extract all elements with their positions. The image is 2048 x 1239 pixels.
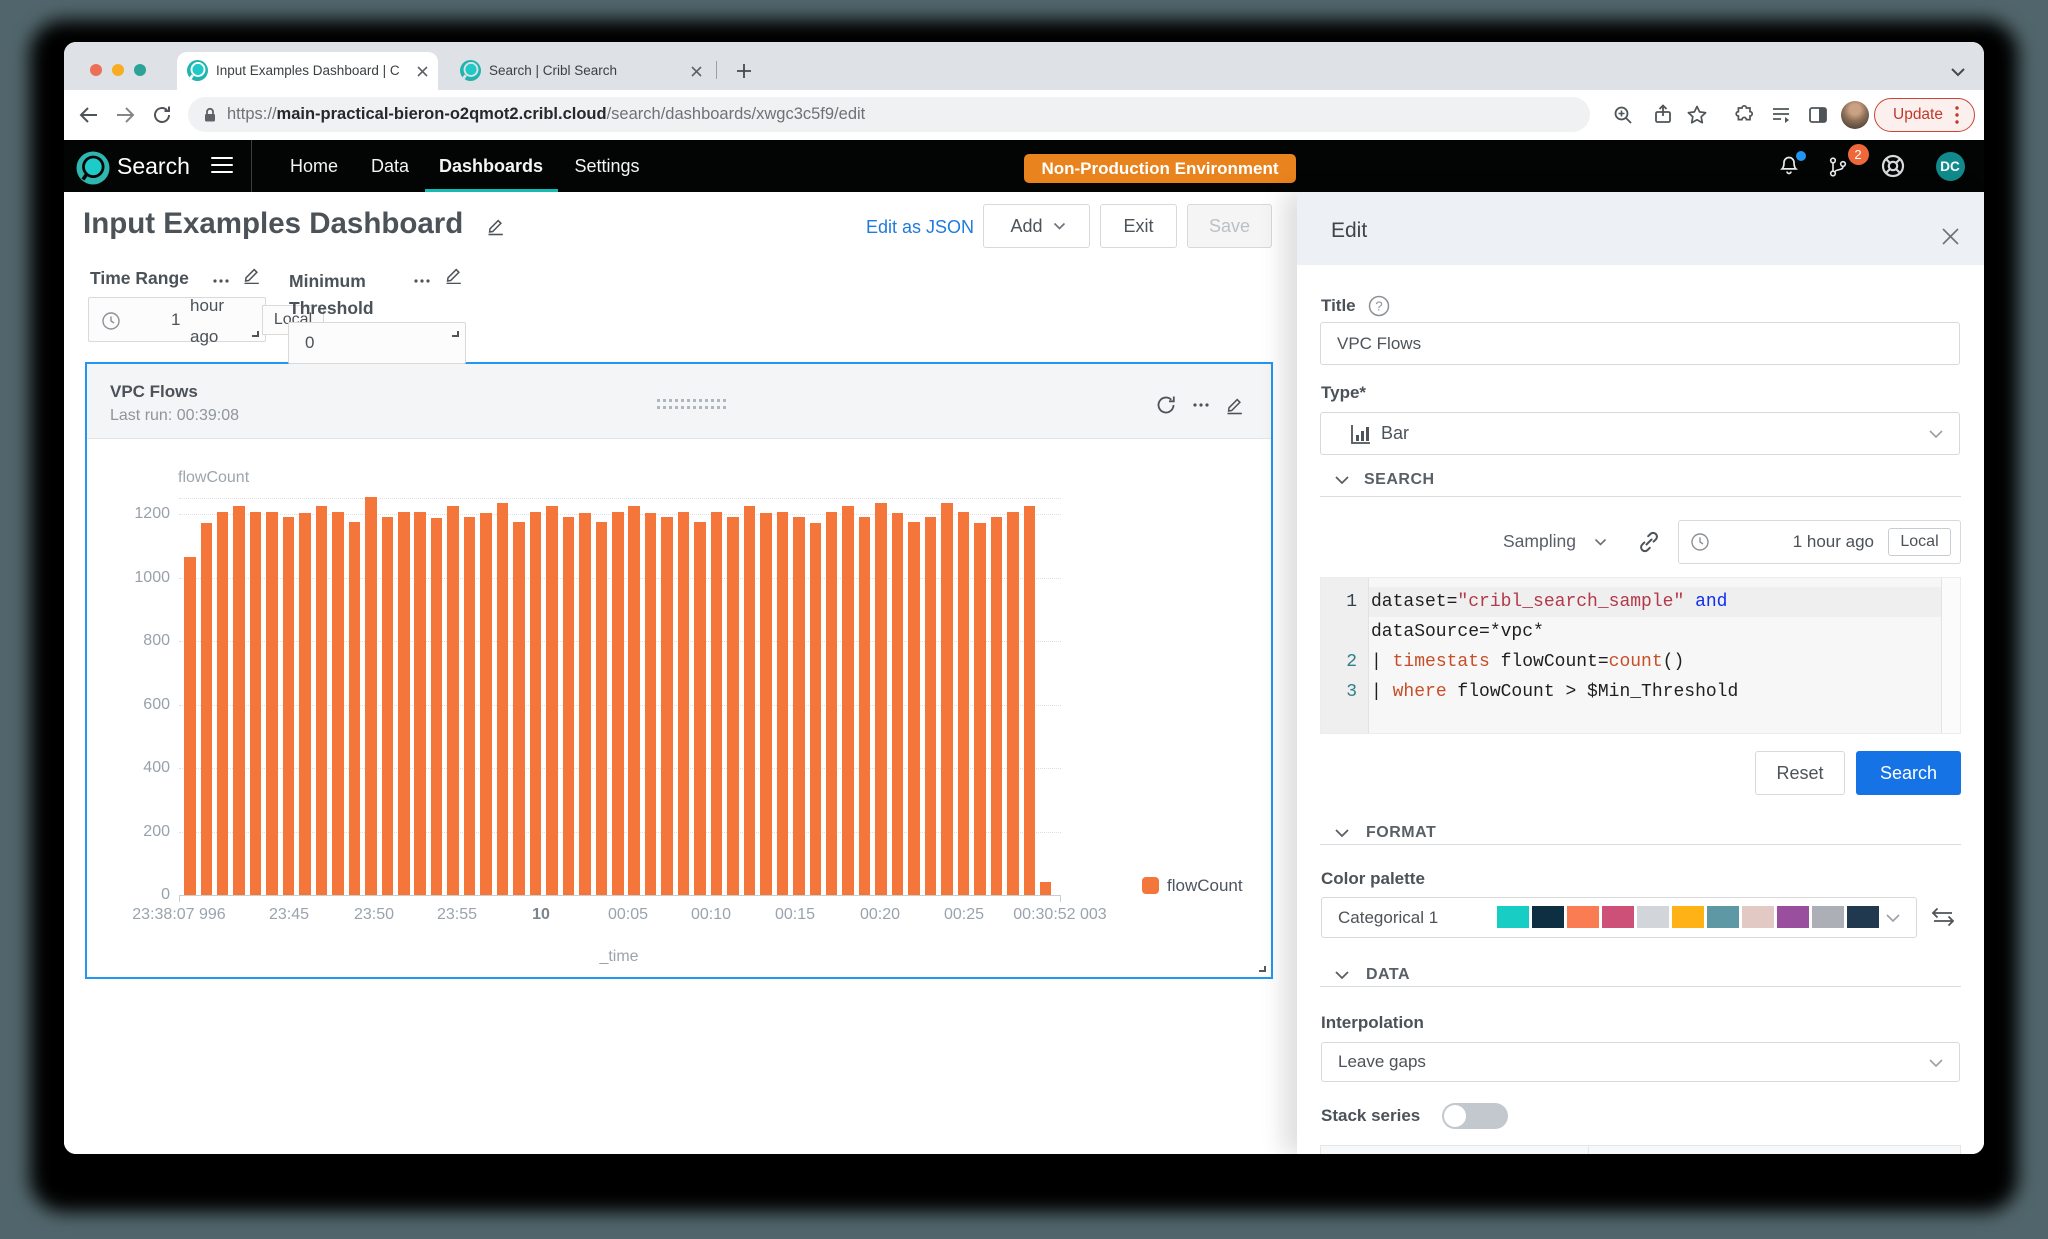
svg-text:?: ? (1375, 299, 1382, 314)
